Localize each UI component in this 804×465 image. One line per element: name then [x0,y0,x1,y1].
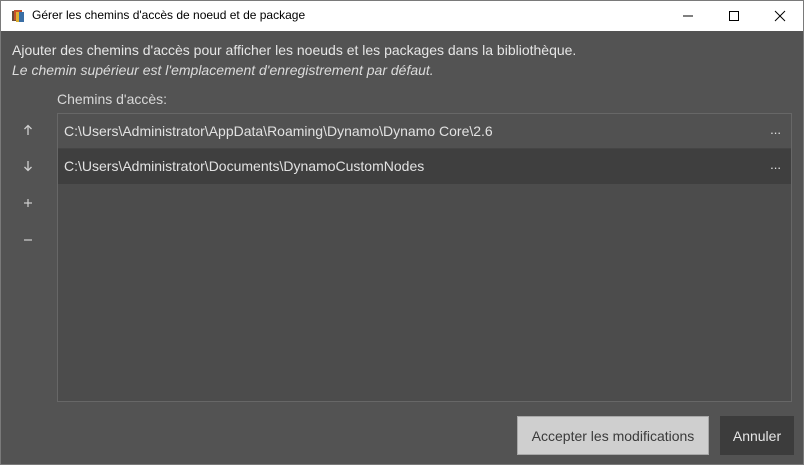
title-bar: Gérer les chemins d'accès de noeud et de… [1,1,803,31]
default-path-note: Le chemin supérieur est l'emplacement d'… [12,62,434,78]
maximize-button[interactable] [711,1,757,31]
move-up-button[interactable] [15,117,41,143]
path-text: C:\Users\Administrator\AppData\Roaming\D… [64,123,493,139]
path-list[interactable]: C:\Users\Administrator\AppData\Roaming\D… [57,113,792,402]
close-icon [774,10,786,22]
close-button[interactable] [757,1,803,31]
paths-label: Chemins d'accès: [57,91,168,107]
arrow-up-icon [24,124,32,135]
arrow-down-icon [24,161,32,172]
browse-button[interactable]: ... [770,157,781,172]
accept-changes-button[interactable]: Accepter les modifications [517,416,709,455]
add-path-button[interactable] [15,190,41,216]
maximize-icon [729,11,739,21]
plus-icon [24,199,32,207]
move-down-button[interactable] [15,153,41,179]
minimize-icon [683,15,693,17]
path-row[interactable]: C:\Users\Administrator\AppData\Roaming\D… [58,114,791,149]
path-row-selected[interactable]: C:\Users\Administrator\Documents\DynamoC… [58,149,791,184]
cancel-button[interactable]: Annuler [720,416,794,455]
remove-path-button[interactable] [15,227,41,253]
path-text: C:\Users\Administrator\Documents\DynamoC… [64,158,425,174]
minimize-button[interactable] [665,1,711,31]
intro-text: Ajouter des chemins d'accès pour affiche… [12,42,577,58]
browse-button[interactable]: ... [770,122,781,137]
manage-paths-dialog: Gérer les chemins d'accès de noeud et de… [0,0,804,465]
minus-icon [24,239,32,241]
dynamo-app-icon [11,9,25,23]
window-title: Gérer les chemins d'accès de noeud et de… [32,8,306,22]
